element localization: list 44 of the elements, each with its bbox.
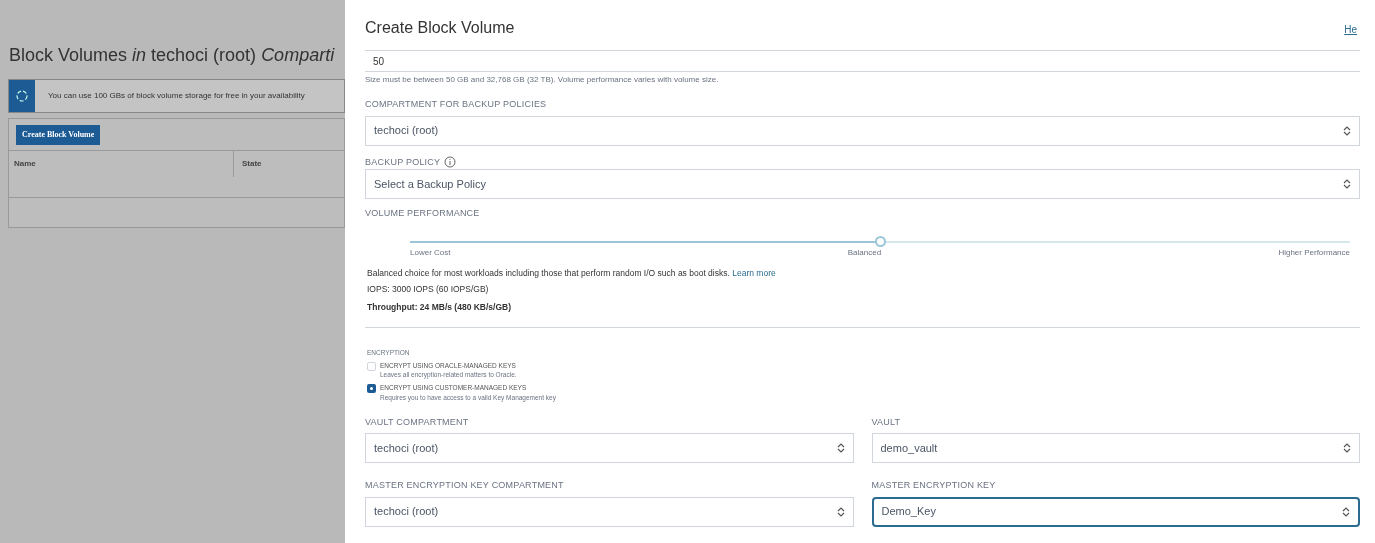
performance-description: Balanced choice for most workloads including those that perform random I/O such as boot disks. <box>367 267 731 278</box>
field-label: COMPARTMENT FOR BACKUP POLICIES <box>365 98 548 111</box>
select-arrows-icon <box>1343 442 1351 454</box>
slider-label: Balanced <box>847 246 882 259</box>
select-value: techoci (root) <box>374 123 439 139</box>
radio-button[interactable] <box>367 361 376 371</box>
field-label: VAULT <box>871 415 902 429</box>
select-value: techoci (root) <box>374 440 439 456</box>
field-label: VOLUME PERFORMANCE <box>365 207 481 220</box>
select-arrows-icon <box>1343 178 1351 190</box>
slider-label: Lower Cost <box>410 246 451 259</box>
column-header: Name <box>9 151 234 177</box>
page-title: Block Volumes in techoci (root) Comparti <box>8 44 336 67</box>
select-arrows-icon <box>1342 505 1350 518</box>
help-link[interactable]: He <box>1344 22 1357 37</box>
notice-text: You can use 100 GBs of block volume storage for free in your availability <box>48 90 305 102</box>
field-label: BACKUP POLICY <box>365 155 441 169</box>
dialog-title: Create Block Volume <box>365 18 515 38</box>
select-arrows-icon <box>1343 124 1351 137</box>
field-label: MASTER ENCRYPTION KEY <box>871 479 997 492</box>
select-value: techoci (root) <box>374 504 439 520</box>
radio-button[interactable] <box>367 384 376 393</box>
select-field[interactable]: Select a Backup Policy <box>365 169 1360 199</box>
slider-thumb[interactable] <box>875 235 886 247</box>
select-field[interactable]: techoci (root) <box>365 115 1360 146</box>
iops-text: IOPS: 3000 IOPS (60 IOPS/GB) <box>367 283 490 296</box>
select-field[interactable]: demo_vault <box>871 433 1360 463</box>
helper-text: Size must be between 50 GB and 32,768 GB (32 TB). Volume performance varies with volume size. <box>365 74 720 86</box>
select-value: Select a Backup Policy <box>374 176 486 192</box>
select-value: Demo_Key <box>881 504 936 520</box>
field-label: MASTER ENCRYPTION KEY COMPARTMENT <box>365 479 565 492</box>
column-header: State <box>241 158 262 170</box>
select-arrows-icon <box>836 442 845 454</box>
select-arrows-icon <box>836 505 845 518</box>
field-label: VAULT COMPARTMENT <box>365 415 470 429</box>
size-field[interactable]: 50 <box>365 50 1360 72</box>
select-field[interactable]: techoci (root) <box>365 496 854 527</box>
learn-more-link[interactable]: Learn more <box>732 267 776 278</box>
select-value: demo_vault <box>880 440 938 456</box>
slider-label: Higher Performance <box>1278 246 1350 259</box>
throughput-text: Throughput: 24 MB/s (480 KB/s/GB) <box>367 301 513 314</box>
select-field[interactable]: Demo_Key <box>871 496 1360 527</box>
create-button[interactable]: Create Block Volume <box>16 125 101 145</box>
select-field[interactable]: techoci (root) <box>365 433 854 463</box>
